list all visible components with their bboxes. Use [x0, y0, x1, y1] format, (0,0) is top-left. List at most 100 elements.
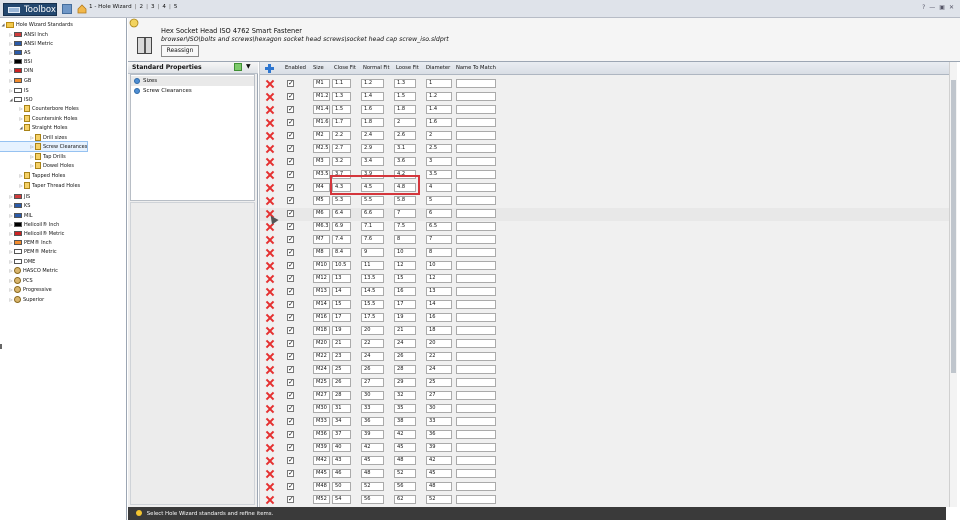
normal-fit-field[interactable]: 33	[361, 404, 384, 413]
delete-row-icon[interactable]	[266, 183, 274, 192]
column-enabled[interactable]: Enabled	[285, 65, 306, 71]
property-item-sizes[interactable]: Sizes	[131, 76, 254, 86]
normal-fit-field[interactable]: 42	[361, 443, 384, 452]
loose-fit-field[interactable]: 24	[394, 339, 416, 348]
table-row[interactable]: M1.61.7 1.8 2 1.6	[260, 117, 949, 130]
normal-fit-field[interactable]: 26	[361, 365, 384, 374]
delete-row-icon[interactable]	[266, 196, 274, 205]
enabled-checkbox[interactable]	[287, 170, 294, 178]
normal-fit-field[interactable]: 1.4	[361, 92, 384, 101]
close-fit-field[interactable]: 6.4	[332, 209, 351, 218]
loose-fit-field[interactable]: 7	[394, 209, 416, 218]
size-field[interactable]: M12	[313, 274, 330, 283]
diameter-field[interactable]: 10	[426, 261, 452, 270]
loose-fit-field[interactable]: 8	[394, 235, 416, 244]
property-item-screw-clearances[interactable]: Screw Clearances	[131, 86, 254, 96]
crumb-3[interactable]: 3	[150, 4, 156, 14]
table-row[interactable]: M2526 27 29 25	[260, 377, 949, 390]
name-to-match-field[interactable]	[456, 144, 496, 153]
table-row[interactable]: M2425 26 28 24	[260, 364, 949, 377]
normal-fit-field[interactable]: 36	[361, 417, 384, 426]
delete-row-icon[interactable]	[266, 300, 274, 309]
diameter-field[interactable]: 2	[426, 131, 452, 140]
size-field[interactable]: M3.5	[313, 170, 330, 179]
loose-fit-field[interactable]: 3.6	[394, 157, 416, 166]
tree-item-dowel-holes[interactable]: ▷ Dowel Holes	[0, 161, 74, 170]
enabled-checkbox[interactable]	[287, 183, 294, 191]
tree-item-dme[interactable]: ▷ DME	[0, 257, 35, 266]
name-to-match-field[interactable]	[456, 131, 496, 140]
table-row[interactable]: M2021 22 24 20	[260, 338, 949, 351]
diameter-field[interactable]: 16	[426, 313, 452, 322]
diameter-field[interactable]: 2.5	[426, 144, 452, 153]
loose-fit-field[interactable]: 15	[394, 274, 416, 283]
delete-row-icon[interactable]	[266, 495, 274, 504]
tree-item-counterbore-holes[interactable]: ▷ Counterbore Holes	[0, 104, 79, 113]
enabled-checkbox[interactable]	[287, 456, 294, 464]
size-field[interactable]: M2	[313, 131, 330, 140]
table-row[interactable]: M1010.5 11 12 10	[260, 260, 949, 273]
diameter-field[interactable]: 6.5	[426, 222, 452, 231]
size-field[interactable]: M18	[313, 326, 330, 335]
normal-fit-field[interactable]: 24	[361, 352, 384, 361]
diameter-field[interactable]: 12	[426, 274, 452, 283]
loose-fit-field[interactable]: 12	[394, 261, 416, 270]
tree-item-hasco-metric[interactable]: ▷ HASCO Metric	[0, 266, 58, 275]
close-fit-field[interactable]: 26	[332, 378, 351, 387]
table-row[interactable]: M4850 52 56 48	[260, 481, 949, 494]
close-fit-field[interactable]: 31	[332, 404, 351, 413]
delete-row-icon[interactable]	[266, 404, 274, 413]
delete-row-icon[interactable]	[266, 391, 274, 400]
normal-fit-field[interactable]: 1.6	[361, 105, 384, 114]
size-field[interactable]: M1.6	[313, 118, 330, 127]
loose-fit-field[interactable]: 38	[394, 417, 416, 426]
loose-fit-field[interactable]: 2.6	[394, 131, 416, 140]
enabled-checkbox[interactable]	[287, 313, 294, 321]
delete-row-icon[interactable]	[266, 261, 274, 270]
name-to-match-field[interactable]	[456, 248, 496, 257]
table-row[interactable]: M1.21.3 1.4 1.5 1.2	[260, 91, 949, 104]
table-row[interactable]: M6.36.9 7.1 7.5 6.5	[260, 221, 949, 234]
tree-item-countersink-holes[interactable]: ▷ Countersink Holes	[0, 114, 78, 123]
name-to-match-field[interactable]	[456, 196, 496, 205]
loose-fit-field[interactable]: 28	[394, 365, 416, 374]
close-fit-field[interactable]: 2.7	[332, 144, 351, 153]
size-field[interactable]: M6.3	[313, 222, 330, 231]
delete-row-icon[interactable]	[266, 313, 274, 322]
crumb-4[interactable]: 4	[161, 4, 167, 14]
enabled-checkbox[interactable]	[287, 339, 294, 347]
column-size[interactable]: Size	[313, 65, 324, 71]
diameter-field[interactable]: 14	[426, 300, 452, 309]
name-to-match-field[interactable]	[456, 391, 496, 400]
close-fit-field[interactable]: 3.2	[332, 157, 351, 166]
maximize-icon[interactable]: ▣	[939, 4, 945, 11]
add-row-icon[interactable]	[264, 63, 275, 74]
refresh-icon[interactable]	[234, 63, 242, 71]
size-field[interactable]: M45	[313, 469, 330, 478]
delete-row-icon[interactable]	[266, 131, 274, 140]
name-to-match-field[interactable]	[456, 300, 496, 309]
tree-item-taper-thread-holes[interactable]: ▷ Taper Thread Holes	[0, 181, 80, 190]
table-row[interactable]: M66.4 6.6 7 6	[260, 208, 949, 221]
tree-item-gb[interactable]: ▷ GB	[0, 76, 31, 85]
save-icon[interactable]	[62, 4, 72, 14]
loose-fit-field[interactable]: 5.8	[394, 196, 416, 205]
name-to-match-field[interactable]	[456, 157, 496, 166]
size-field[interactable]: M14	[313, 300, 330, 309]
enabled-checkbox[interactable]	[287, 118, 294, 126]
enabled-checkbox[interactable]	[287, 261, 294, 269]
enabled-checkbox[interactable]	[287, 274, 294, 282]
enabled-checkbox[interactable]	[287, 287, 294, 295]
normal-fit-field[interactable]: 2.9	[361, 144, 384, 153]
loose-fit-field[interactable]: 42	[394, 430, 416, 439]
name-to-match-field[interactable]	[456, 209, 496, 218]
enabled-checkbox[interactable]	[287, 495, 294, 503]
enabled-checkbox[interactable]	[287, 196, 294, 204]
name-to-match-field[interactable]	[456, 170, 496, 179]
loose-fit-field[interactable]: 2	[394, 118, 416, 127]
tree-item-superior[interactable]: ▷ Superior	[0, 295, 44, 304]
size-field[interactable]: M27	[313, 391, 330, 400]
name-to-match-field[interactable]	[456, 365, 496, 374]
name-to-match-field[interactable]	[456, 456, 496, 465]
close-fit-field[interactable]: 25	[332, 365, 351, 374]
